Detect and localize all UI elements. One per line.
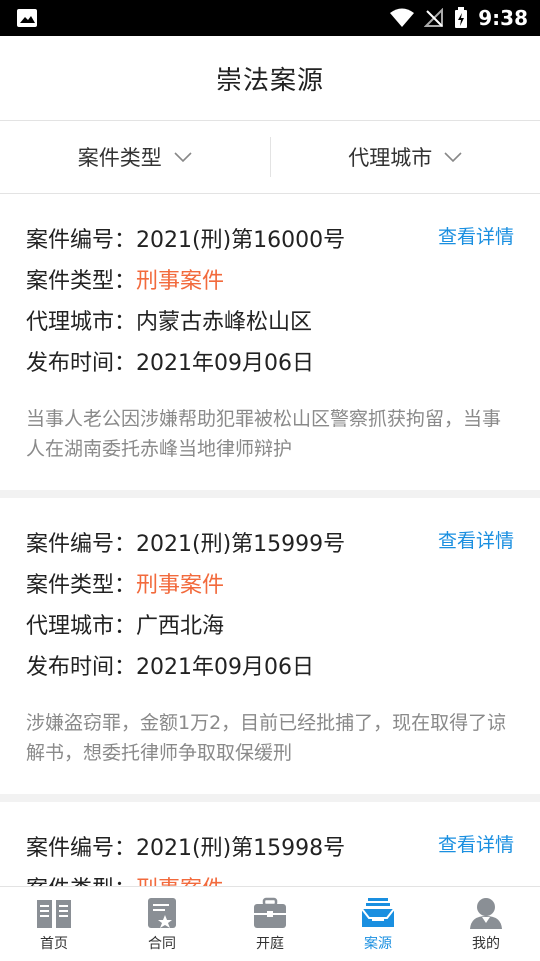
nav-case-source-label: 案源	[364, 933, 392, 953]
nav-mine[interactable]: 我的	[432, 887, 540, 961]
case-type-label: 案件类型：	[26, 269, 136, 294]
contract-icon	[143, 896, 181, 930]
nav-contract[interactable]: 合同	[108, 887, 216, 961]
case-city-label: 代理城市：	[26, 310, 136, 335]
no-signal-icon	[424, 8, 444, 28]
nav-court-label: 开庭	[256, 933, 284, 953]
view-detail-link[interactable]: 查看详情	[438, 526, 514, 553]
case-city: 广西北海	[136, 614, 224, 639]
filter-bar: 案件类型 代理城市	[0, 121, 540, 194]
case-city: 内蒙古赤峰松山区	[136, 310, 312, 335]
case-date-label: 发布时间：	[26, 655, 136, 680]
case-date: 2021年09月06日	[136, 655, 314, 680]
nav-home[interactable]: 首页	[0, 887, 108, 961]
chevron-down-icon	[174, 152, 192, 163]
case-card[interactable]: 查看详情 案件编号：2021(刑)第15998号 案件类型：刑事案件	[0, 802, 540, 886]
case-card[interactable]: 查看详情 案件编号：2021(刑)第16000号 案件类型：刑事案件 代理城市：…	[0, 194, 540, 490]
case-date-row: 发布时间：2021年09月06日	[26, 343, 514, 384]
case-description: 当事人老公因涉嫌帮助犯罪被松山区警察抓获拘留，当事人在湖南委托赤峰当地律师辩护	[26, 404, 514, 464]
case-type-row: 案件类型：刑事案件	[26, 869, 514, 886]
case-type: 刑事案件	[136, 269, 224, 294]
status-bar: 9:38	[0, 0, 540, 36]
case-city-label: 代理城市：	[26, 614, 136, 639]
nav-contract-label: 合同	[148, 933, 176, 953]
case-date-label: 发布时间：	[26, 351, 136, 376]
app-header: 崇法案源	[0, 36, 540, 121]
nav-mine-label: 我的	[472, 933, 500, 953]
wifi-icon	[390, 8, 414, 28]
filter-case-type[interactable]: 案件类型	[0, 121, 270, 193]
case-number: 2021(刑)第15998号	[136, 836, 345, 861]
case-list[interactable]: 查看详情 案件编号：2021(刑)第16000号 案件类型：刑事案件 代理城市：…	[0, 194, 540, 886]
nav-home-label: 首页	[40, 933, 68, 953]
case-type-row: 案件类型：刑事案件	[26, 565, 514, 606]
case-city-row: 代理城市：内蒙古赤峰松山区	[26, 302, 514, 343]
case-number-label: 案件编号：	[26, 228, 136, 253]
case-city-row: 代理城市：广西北海	[26, 606, 514, 647]
bottom-nav: 首页 合同 开庭 案源 我的	[0, 886, 540, 961]
case-number: 2021(刑)第15999号	[136, 532, 345, 557]
case-number: 2021(刑)第16000号	[136, 228, 345, 253]
filter-city[interactable]: 代理城市	[271, 121, 540, 193]
case-date: 2021年09月06日	[136, 351, 314, 376]
case-type-row: 案件类型：刑事案件	[26, 261, 514, 302]
briefcase-icon	[251, 896, 289, 930]
case-description: 涉嫌盗窃罪，金额1万2，目前已经批捕了，现在取得了谅解书，想委托律师争取取保缓刑	[26, 708, 514, 768]
nav-court[interactable]: 开庭	[216, 887, 324, 961]
user-icon	[467, 896, 505, 930]
case-type: 刑事案件	[136, 573, 224, 598]
page-title: 崇法案源	[216, 60, 324, 97]
view-detail-link[interactable]: 查看详情	[438, 222, 514, 249]
filter-case-type-label: 案件类型	[78, 142, 162, 172]
book-icon	[35, 896, 73, 930]
status-right: 9:38	[390, 0, 528, 36]
case-date-row: 发布时间：2021年09月06日	[26, 647, 514, 688]
inbox-icon	[359, 896, 397, 930]
case-type-label: 案件类型：	[26, 877, 136, 886]
case-type-label: 案件类型：	[26, 573, 136, 598]
case-number-label: 案件编号：	[26, 532, 136, 557]
case-number-label: 案件编号：	[26, 836, 136, 861]
case-type: 刑事案件	[136, 877, 224, 886]
gallery-icon	[16, 8, 38, 28]
chevron-down-icon	[444, 152, 462, 163]
view-detail-link[interactable]: 查看详情	[438, 830, 514, 857]
filter-city-label: 代理城市	[348, 142, 432, 172]
nav-case-source[interactable]: 案源	[324, 887, 432, 961]
battery-charging-icon	[454, 7, 468, 29]
case-card[interactable]: 查看详情 案件编号：2021(刑)第15999号 案件类型：刑事案件 代理城市：…	[0, 498, 540, 794]
status-time: 9:38	[478, 6, 528, 30]
